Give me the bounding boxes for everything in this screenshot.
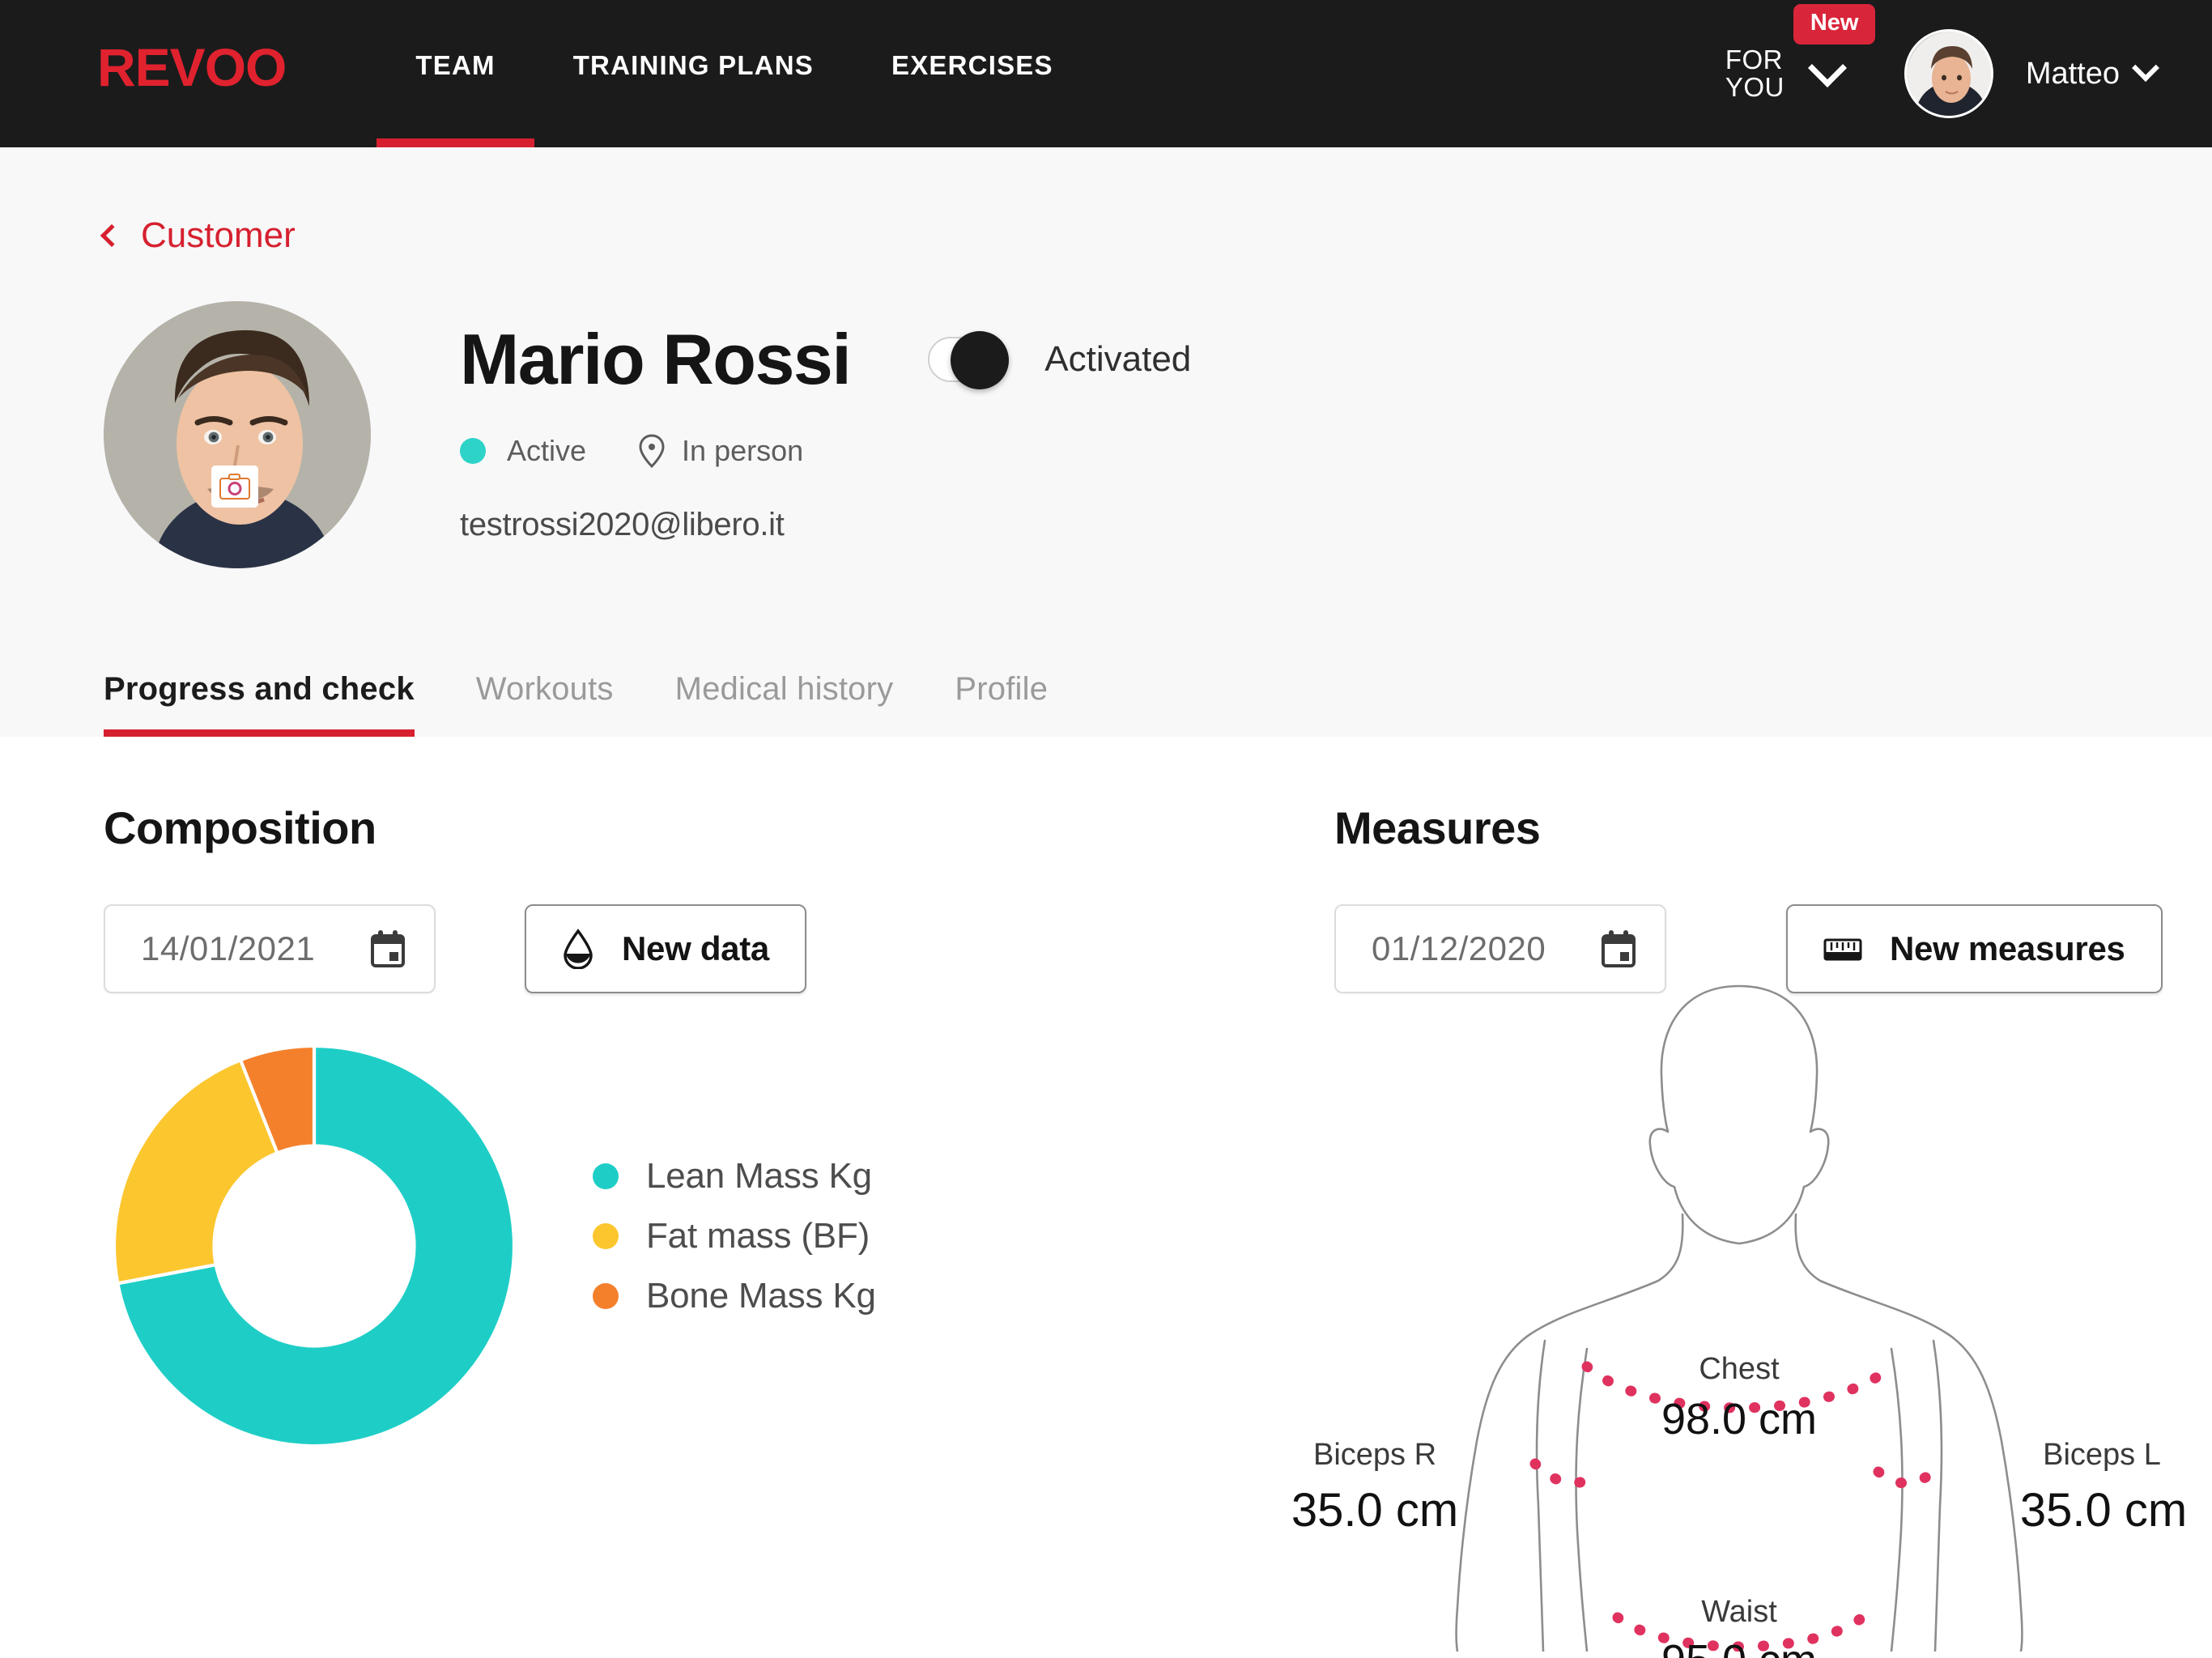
- new-data-button[interactable]: New data: [525, 904, 806, 993]
- chevron-down-icon: [2132, 54, 2159, 82]
- toggle-knob: [951, 331, 1010, 389]
- legend-label: Bone Mass Kg: [646, 1276, 876, 1316]
- biceps-l-measure-line: [1873, 1458, 1949, 1489]
- user-name-label: Matteo: [2025, 56, 2120, 91]
- user-menu[interactable]: Matteo: [2025, 54, 2159, 91]
- biceps-r-label: Biceps R: [1312, 1438, 1437, 1472]
- main-nav-items: TEAM TRAINING PLANS EXERCISES: [376, 0, 1091, 147]
- customer-header: Customer Mario Rossi Activated Active In…: [0, 147, 2212, 737]
- tab-profile[interactable]: Profile: [955, 671, 1048, 737]
- tab-workouts[interactable]: Workouts: [476, 671, 614, 737]
- calendar-icon: [1602, 930, 1636, 967]
- top-navigation-bar: REVOO TEAM TRAINING PLANS EXERCISES New …: [0, 0, 2212, 147]
- legend-swatch: [593, 1163, 619, 1189]
- legend-label: Fat mass (BF): [646, 1216, 870, 1256]
- waist-value: 95.0 cm: [1626, 1635, 1853, 1658]
- composition-date-value: 14/01/2021: [141, 929, 316, 967]
- new-measures-label: New measures: [1890, 929, 2125, 967]
- avatar-photo: [1906, 32, 1991, 116]
- customer-profile-row: Mario Rossi Activated Active In person t…: [104, 301, 2212, 568]
- customer-tabs: Progress and check Workouts Medical hist…: [104, 671, 1109, 737]
- composition-donut-chart: [112, 1044, 517, 1448]
- page-title: Mario Rossi: [460, 319, 852, 399]
- back-to-customer-link[interactable]: Customer: [100, 147, 296, 256]
- composition-title: Composition: [104, 802, 376, 853]
- main-content: Composition 14/01/2021 New data Lean Mas…: [0, 737, 2212, 1658]
- camera-icon: [219, 474, 250, 500]
- activated-label: Activated: [1044, 339, 1192, 379]
- legend-item-lean-mass: Lean Mass Kg: [593, 1156, 876, 1197]
- composition-controls: 14/01/2021 New data: [104, 904, 1334, 993]
- location-pin-icon: [638, 434, 666, 468]
- water-drop-icon: [564, 929, 593, 969]
- tab-progress-and-check[interactable]: Progress and check: [104, 671, 415, 737]
- chevron-down-icon: [1807, 48, 1847, 88]
- status-label: Active: [507, 434, 587, 467]
- user-avatar[interactable]: [1904, 29, 1993, 118]
- customer-info: Mario Rossi Activated Active In person t…: [460, 301, 1191, 543]
- for-you-line2: YOU: [1725, 72, 1784, 102]
- new-data-label: New data: [622, 929, 769, 967]
- body-outline: [1455, 984, 2023, 1653]
- measures-title: Measures: [1334, 802, 1541, 853]
- customer-email: testrossi2020@libero.it: [460, 507, 785, 542]
- biceps-r-value: 35.0 cm: [1291, 1484, 1459, 1537]
- customer-avatar[interactable]: [104, 301, 371, 568]
- biceps-r-measure-line: [1529, 1458, 1606, 1489]
- composition-legend: Lean Mass Kg Fat mass (BF) Bone Mass Kg: [593, 1156, 876, 1336]
- for-you-line1: FOR: [1725, 44, 1783, 74]
- legend-swatch: [593, 1223, 619, 1249]
- chest-value: 98.0 cm: [1661, 1395, 1818, 1443]
- measures-date-value: 01/12/2020: [1372, 929, 1546, 967]
- nav-item-training-plans[interactable]: TRAINING PLANS: [534, 50, 853, 147]
- composition-section: Composition 14/01/2021 New data Lean Mas…: [104, 737, 1334, 1658]
- chest-label: Chest: [1699, 1352, 1780, 1386]
- legend-label: Lean Mass Kg: [646, 1156, 872, 1196]
- nav-right-cluster: New FOR YOU Matteo: [1725, 0, 2159, 147]
- revoo-logo[interactable]: REVOO: [97, 40, 287, 94]
- biceps-l-label: Biceps L: [2043, 1438, 2161, 1472]
- tab-medical-history[interactable]: Medical history: [675, 671, 894, 737]
- measures-section: Measures 01/12/2020 New measures Chest 9…: [1291, 737, 2212, 1658]
- composition-chart-row: Lean Mass Kg Fat mass (BF) Bone Mass Kg: [104, 1035, 1334, 1456]
- customer-photo: [104, 301, 371, 568]
- biceps-l-value: 35.0 cm: [2019, 1484, 2188, 1537]
- legend-item-fat-mass: Fat mass (BF): [593, 1216, 876, 1256]
- legend-item-bone-mass: Bone Mass Kg: [593, 1276, 876, 1316]
- legend-swatch: [593, 1283, 619, 1309]
- for-you-menu[interactable]: New FOR YOU: [1725, 3, 1876, 102]
- nav-item-team[interactable]: TEAM: [376, 50, 534, 147]
- for-you-label: FOR YOU: [1725, 44, 1784, 102]
- change-photo-button[interactable]: [211, 466, 258, 508]
- calendar-icon: [371, 930, 405, 967]
- back-link-label: Customer: [141, 215, 296, 255]
- nav-item-exercises[interactable]: EXERCISES: [853, 50, 1092, 147]
- chevron-left-icon: [100, 223, 124, 248]
- mode-label: In person: [682, 434, 804, 467]
- customer-avatar-wrap: [104, 301, 371, 568]
- waist-label: Waist: [1701, 1595, 1777, 1629]
- customer-meta-row: Active In person: [460, 434, 1191, 468]
- composition-date-picker[interactable]: 14/01/2021: [104, 904, 436, 993]
- activated-toggle[interactable]: [928, 331, 1010, 389]
- new-badge: New: [1793, 3, 1876, 45]
- tape-measure-icon: [1823, 938, 1862, 961]
- body-silhouette-diagram: Chest 98.0 cm Biceps R 35.0 cm Biceps L …: [1291, 971, 2187, 1658]
- status-badge: [460, 438, 486, 464]
- customer-name-row: Mario Rossi Activated: [460, 324, 1191, 395]
